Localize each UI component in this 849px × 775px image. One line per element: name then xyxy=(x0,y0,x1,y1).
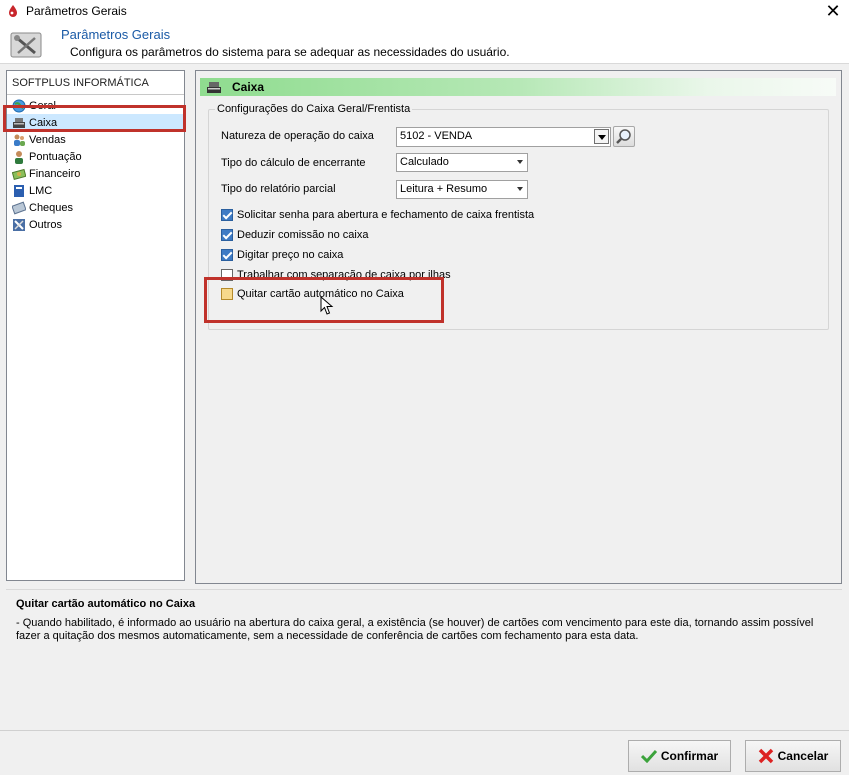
checkbox-checked[interactable] xyxy=(221,229,233,241)
tree-item-label: Cheques xyxy=(29,201,74,214)
title-bar: Parâmetros Gerais ✕ xyxy=(0,0,849,22)
header-title: Parâmetros Gerais xyxy=(61,27,171,42)
tree-item-label: Pontuação xyxy=(29,150,82,163)
people-icon xyxy=(14,134,25,146)
checkbox-checked[interactable] xyxy=(221,249,233,261)
book-icon xyxy=(14,184,24,197)
checkbox-checked[interactable] xyxy=(221,209,233,221)
calculo-select[interactable]: Calculado xyxy=(396,153,528,172)
tree-item-pontuacao[interactable]: Pontuação xyxy=(7,148,184,165)
app-drop-icon xyxy=(9,5,17,17)
header-subtitle: Configura os parâmetros do sistema para … xyxy=(70,45,510,59)
option-label: Solicitar senha para abertura e fechamen… xyxy=(237,209,535,221)
tree-item-label: Geral xyxy=(29,99,56,112)
option-digitar-preco[interactable]: Digitar preço no caixa xyxy=(221,249,343,261)
option-label: Deduzir comissão no caixa xyxy=(237,229,369,241)
tree-item-label: Financeiro xyxy=(29,167,81,180)
help-title: Quitar cartão automático no Caixa xyxy=(16,598,196,610)
option-separacao-ilhas[interactable]: Trabalhar com separação de caixa por ilh… xyxy=(221,269,451,281)
relatorio-label: Tipo do relatório parcial xyxy=(221,183,336,195)
check-icon xyxy=(640,749,657,763)
dropdown-button[interactable] xyxy=(594,129,609,144)
close-icon[interactable]: ✕ xyxy=(823,1,843,21)
checkbox-unchecked[interactable] xyxy=(221,269,233,281)
option-solicitar-senha[interactable]: Solicitar senha para abertura e fechamen… xyxy=(221,209,534,221)
tree-item-cheques[interactable]: Cheques xyxy=(7,199,184,216)
money-icon xyxy=(12,168,26,180)
settings-panel: Caixa Configurações do Caixa Geral/Frent… xyxy=(195,70,842,584)
option-quitar-cartao[interactable]: Quitar cartão automático no Caixa xyxy=(221,288,404,300)
tree-item-label: Outros xyxy=(29,218,63,231)
relatorio-value: Leitura + Resumo xyxy=(400,183,488,195)
search-button[interactable] xyxy=(613,126,635,147)
globe-icon xyxy=(12,99,26,112)
tools-icon xyxy=(13,218,25,231)
calculo-label: Tipo do cálculo de encerrante xyxy=(221,157,366,169)
magnifier-icon xyxy=(616,129,631,144)
checkbox-hover[interactable] xyxy=(221,288,233,300)
confirm-label: Confirmar xyxy=(660,749,719,763)
section-title: Caixa xyxy=(232,80,265,94)
natureza-value: 5102 - VENDA xyxy=(400,130,473,142)
tree-item-geral[interactable]: Geral xyxy=(7,97,184,114)
tree-item-outros[interactable]: Outros xyxy=(7,216,184,233)
calculo-value: Calculado xyxy=(400,156,449,168)
chevron-down-icon xyxy=(517,160,523,164)
natureza-select[interactable]: 5102 - VENDA xyxy=(396,127,611,147)
tree-item-label: Vendas xyxy=(29,133,66,146)
window-title: Parâmetros Gerais xyxy=(26,4,127,18)
cancel-label: Cancelar xyxy=(777,749,829,763)
group-title: Configurações do Caixa Geral/Frentista xyxy=(215,103,413,115)
tree-item-label: LMC xyxy=(29,184,53,197)
help-text: - Quando habilitado, é informado ao usuá… xyxy=(16,617,814,642)
cancel-x-icon xyxy=(758,748,773,764)
confirm-button[interactable]: Confirmar xyxy=(628,740,731,772)
cash-register-icon xyxy=(13,117,25,128)
cancel-button[interactable]: Cancelar xyxy=(745,740,841,772)
tree-list: Geral Caixa Vendas Pontuação Financeiro … xyxy=(7,95,184,233)
cheque-icon xyxy=(12,201,26,214)
dialog-footer: Confirmar Cancelar xyxy=(0,730,849,775)
help-panel: Quitar cartão automático no Caixa - Quan… xyxy=(6,589,842,728)
tree-item-lmc[interactable]: LMC xyxy=(7,182,184,199)
tree-item-vendas[interactable]: Vendas xyxy=(7,131,184,148)
chevron-down-icon xyxy=(517,187,523,191)
caixa-config-group: Configurações do Caixa Geral/Frentista N… xyxy=(208,103,829,330)
natureza-label: Natureza de operação do caixa xyxy=(221,130,374,142)
section-header: Caixa xyxy=(200,78,836,96)
category-tree: SOFTPLUS INFORMÁTICA Geral Caixa Vendas … xyxy=(6,70,185,581)
relatorio-select[interactable]: Leitura + Resumo xyxy=(396,180,528,199)
dialog-header: Parâmetros Gerais Configura os parâmetro… xyxy=(0,22,849,64)
user-points-icon xyxy=(15,150,23,164)
option-label: Digitar preço no caixa xyxy=(237,249,344,261)
tools-settings-icon xyxy=(10,32,42,58)
tree-item-caixa[interactable]: Caixa xyxy=(7,114,184,131)
tree-item-financeiro[interactable]: Financeiro xyxy=(7,165,184,182)
option-label: Trabalhar com separação de caixa por ilh… xyxy=(237,269,451,281)
cash-register-icon xyxy=(207,82,221,93)
tree-item-label: Caixa xyxy=(29,116,58,129)
option-deduzir-comissao[interactable]: Deduzir comissão no caixa xyxy=(221,229,368,241)
mouse-cursor-icon xyxy=(320,296,334,315)
tree-heading: SOFTPLUS INFORMÁTICA xyxy=(7,71,184,95)
